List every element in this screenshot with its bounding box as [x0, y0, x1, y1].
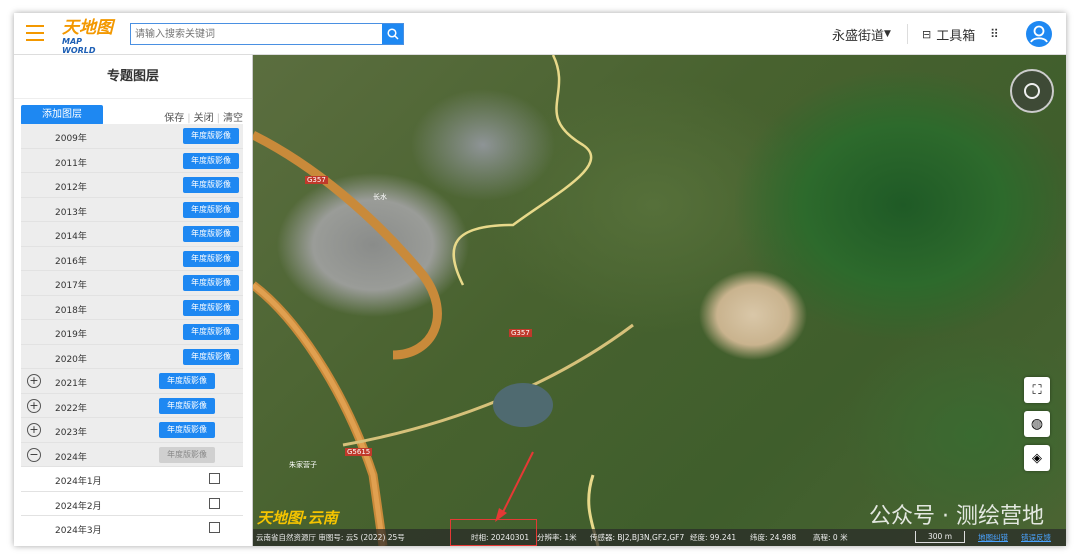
annual-image-button[interactable]: 年度版影像	[183, 128, 239, 144]
place-label: 朱家营子	[289, 461, 317, 469]
toolbox-button[interactable]: ⊟ 工具箱	[922, 13, 975, 55]
fullscreen-button[interactable]: ⛶	[1024, 377, 1050, 403]
map-correction-link[interactable]: 地图纠错	[978, 529, 1008, 546]
clear-button[interactable]: 清空	[220, 113, 246, 124]
layer-panel: 专题图层 添加图层 保存 | 关闭 | 清空 2009年 年度版影像 2011年 年度版影像 2…	[14, 55, 253, 546]
search-icon	[386, 28, 399, 40]
year-row: +2022年 年度版影像	[21, 393, 243, 418]
month-checkbox[interactable]	[209, 522, 220, 533]
briefcase-icon: ⊟	[922, 27, 932, 41]
region-dropdown[interactable]: 永盛街道 ▼	[832, 13, 891, 55]
header: 天地图MAP WORLD 永盛街道▼ ⊟工具箱 ⠿	[14, 13, 1066, 55]
map-logo: 天地图·云南	[257, 509, 338, 527]
search-button[interactable]	[382, 24, 403, 44]
annual-image-button[interactable]: 年度版影像	[159, 397, 215, 414]
caret-down-icon: ▼	[884, 29, 891, 39]
year-row: −2024年 年度版影像	[21, 442, 243, 467]
collapse-icon[interactable]: −	[27, 447, 41, 462]
year-row: 2018年 年度版影像	[21, 295, 243, 320]
layer-list: 2009年 年度版影像 2011年 年度版影像 2012年 年度版影像 2013年 年度版影像…	[21, 124, 243, 540]
road-label: G357	[305, 176, 328, 184]
year-row: 2011年 年度版影像	[21, 148, 243, 173]
add-layer-button[interactable]: 添加图层	[21, 105, 103, 125]
expand-icon[interactable]: +	[27, 374, 41, 388]
annual-image-button[interactable]: 年度版影像	[183, 348, 239, 365]
annual-image-button[interactable]: 年度版影像	[183, 275, 239, 291]
annual-image-button[interactable]: 年度版影像	[183, 177, 239, 193]
logo[interactable]: 天地图 MAP WORLD	[62, 19, 118, 55]
road-label: G5615	[345, 448, 373, 456]
year-row: 2014年 年度版影像	[21, 222, 243, 247]
road-label: G357	[509, 329, 532, 337]
frame-icon: ⛶	[1032, 382, 1042, 398]
compass-icon[interactable]	[1010, 69, 1054, 113]
month-row: 2024年1月	[21, 467, 243, 492]
search-input[interactable]	[131, 24, 382, 44]
year-row: 2013年 年度版影像	[21, 197, 243, 222]
year-row: 2009年 年度版影像	[21, 124, 243, 149]
search-box	[130, 23, 404, 45]
month-checkbox[interactable]	[209, 497, 220, 509]
annual-image-button[interactable]: 年度版影像	[159, 373, 215, 389]
year-row: +2021年 年度版影像	[21, 369, 243, 394]
map-roads	[253, 55, 634, 546]
annual-image-button[interactable]: 年度版影像	[159, 422, 215, 438]
layers-button[interactable]: ◈	[1024, 445, 1050, 471]
arrow-annotation	[495, 451, 534, 522]
month-row: 2024年2月	[21, 491, 243, 516]
expand-icon[interactable]: +	[27, 423, 41, 437]
year-row: 2012年 年度版影像	[21, 173, 243, 198]
menu-icon[interactable]	[26, 25, 44, 41]
save-button[interactable]: 保存	[161, 113, 187, 124]
year-row: 2020年 年度版影像	[21, 344, 243, 369]
month-checkbox[interactable]	[209, 473, 220, 484]
app-window: 天地图MAP WORLD 永盛街道▼ ⊟工具箱 ⠿ 专题图层 添加图层 保存|关…	[14, 13, 1066, 546]
year-row: 2019年 年度版影像	[21, 320, 243, 345]
feedback-link[interactable]: 错误反馈	[1021, 529, 1051, 546]
month-row: 2024年3月	[21, 516, 243, 540]
layers-icon: ◈	[1032, 450, 1042, 466]
annual-image-button[interactable]: 年度版影像	[183, 299, 239, 316]
year-row: 2017年 年度版影像	[21, 271, 243, 296]
annual-image-button[interactable]: 年度版影像	[183, 201, 239, 218]
annual-image-button[interactable]: 年度版影像	[183, 324, 239, 340]
apps-grid-icon[interactable]: ⠿	[990, 13, 999, 55]
close-button[interactable]: 关闭	[191, 113, 217, 124]
panel-title: 专题图层	[14, 55, 252, 99]
year-row: +2023年 年度版影像	[21, 418, 243, 443]
annual-image-button[interactable]: 年度版影像	[159, 446, 215, 463]
expand-icon[interactable]: +	[27, 398, 41, 413]
satellite-map[interactable]: G357 G357 G5615 朱家营子 长水 ⛶ ◍ ◈ 天地图·云南 公众号…	[253, 55, 1066, 546]
place-label: 长水	[373, 193, 387, 201]
globe-button[interactable]: ◍	[1024, 411, 1050, 437]
status-bar: 云南省自然资源厅 审图号: 云S (2022) 25号 时相: 20240301…	[253, 529, 1066, 546]
watermark: 公众号 · 测绘营地	[869, 504, 1044, 529]
annual-image-button[interactable]: 年度版影像	[183, 226, 239, 242]
annual-image-button[interactable]: 年度版影像	[183, 250, 239, 267]
globe-icon: ◍	[1030, 416, 1044, 432]
avatar[interactable]	[1026, 13, 1052, 55]
annual-image-button[interactable]: 年度版影像	[183, 152, 239, 169]
scale-bar: 300 m	[915, 531, 966, 543]
year-row: 2016年 年度版影像	[21, 246, 243, 271]
